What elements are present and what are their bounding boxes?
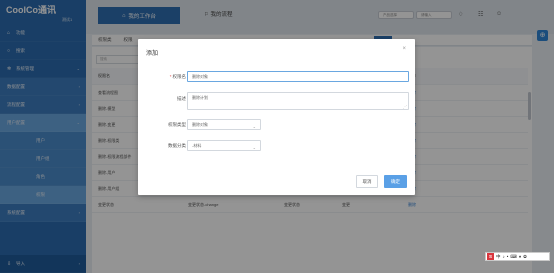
confirm-button[interactable]: 确定 (384, 175, 407, 188)
permission-type-select[interactable]: 删除对象 ⌄ (187, 119, 261, 130)
description-value: 删除计划 (192, 95, 208, 100)
required-mark: * (169, 74, 172, 79)
add-permission-dialog: 添加 × *权限名 删除对象 描述 删除计划 ⋰ 权限类型 删除对象 ⌄ 数据分… (138, 39, 415, 195)
resize-handle-icon[interactable]: ⋰ (403, 104, 407, 109)
data-category-value: -材料 (192, 143, 202, 148)
name-label: *权限名 (146, 74, 186, 80)
chevron-down-icon: ⌄ (252, 145, 256, 150)
data-category-label: 数据分类 (168, 143, 186, 148)
name-label-text: 权限名 (172, 74, 187, 79)
ime-chinese-toggle[interactable]: 中 (496, 254, 501, 260)
chevron-down-icon: ⌄ (252, 124, 256, 129)
cancel-button[interactable]: 取消 (356, 175, 378, 188)
description-label: 描述 (177, 96, 186, 101)
ime-voice-icon[interactable]: ♪ (503, 254, 505, 259)
ime-toolbar[interactable]: S 中 ♪ • ⌨ ♦ ✿ (485, 252, 550, 261)
ime-keyboard-icon[interactable]: ⌨ (510, 254, 517, 260)
description-textarea[interactable]: 删除计划 ⋰ (187, 92, 409, 110)
data-category-select[interactable]: -材料 ⌄ (187, 140, 261, 151)
permission-name-value: 删除对象 (192, 74, 208, 79)
ime-punct-icon[interactable]: • (507, 254, 509, 259)
permission-type-value: 删除对象 (192, 122, 208, 127)
ime-tools-icon[interactable]: ✿ (523, 254, 527, 260)
dialog-title: 添加 (146, 51, 159, 57)
ime-logo-icon: S (487, 253, 494, 260)
ime-skin-icon[interactable]: ♦ (519, 254, 521, 259)
close-icon[interactable]: × (402, 46, 406, 52)
permission-type-label: 权限类型 (168, 122, 186, 127)
permission-name-input[interactable]: 删除对象 (187, 71, 409, 82)
